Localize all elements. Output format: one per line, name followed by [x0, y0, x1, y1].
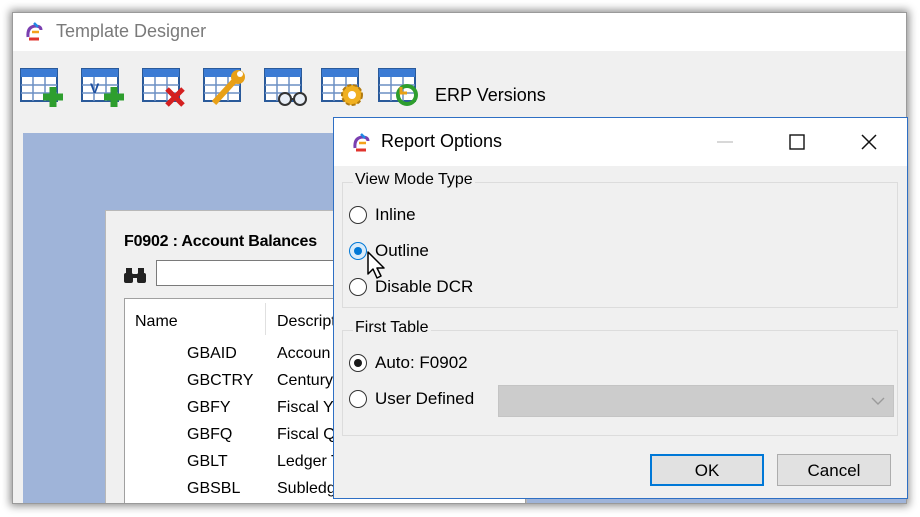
cancel-button[interactable]: Cancel	[777, 454, 891, 486]
radio-user-defined-label[interactable]: User Defined	[375, 389, 474, 409]
minimize-button[interactable]	[689, 118, 761, 166]
maximize-icon	[789, 134, 805, 150]
row-field-description: Fiscal Y	[277, 399, 334, 416]
maximize-button[interactable]	[761, 118, 833, 166]
binoculars-icon[interactable]	[124, 266, 146, 284]
row-field-name: GBLT	[187, 453, 228, 470]
add-table-button[interactable]	[19, 63, 65, 109]
row-field-description: Century	[277, 372, 334, 389]
chevron-down-icon	[871, 397, 885, 405]
ok-button[interactable]: OK	[650, 454, 764, 486]
delete-table-button[interactable]	[141, 63, 187, 109]
radio-auto-label[interactable]: Auto: F0902	[375, 353, 468, 373]
view-table-button[interactable]	[263, 63, 309, 109]
view-mode-label: View Mode Type	[353, 171, 475, 189]
report-options-dialog: Report Options View Mode Type Inline Out…	[333, 117, 908, 499]
table-panel-title: F0902 : Account Balances	[124, 233, 317, 250]
table-glasses-icon	[264, 68, 307, 106]
table-plus-icon	[20, 68, 63, 107]
minimize-icon	[717, 141, 733, 143]
row-field-name: GBCTRY	[187, 372, 254, 389]
row-field-name: GBAID	[187, 345, 237, 362]
row-field-name: GBFQ	[187, 426, 233, 443]
radio-inline-label[interactable]: Inline	[375, 205, 416, 225]
row-field-name: GBSBL	[187, 480, 241, 497]
app-logo-icon	[353, 133, 370, 152]
edit-table-button[interactable]	[202, 63, 248, 109]
radio-inline-button[interactable]	[349, 206, 367, 224]
main-window-title: Template Designer	[56, 21, 207, 41]
first-table-label: First Table	[353, 319, 431, 337]
close-button[interactable]	[833, 118, 905, 166]
view-mode-group: View Mode Type Inline Outline Disable DC…	[342, 171, 898, 308]
dialog-title-bar[interactable]: Report Options	[334, 118, 907, 166]
radio-auto-button[interactable]	[349, 354, 367, 372]
row-field-name: GBFY	[187, 399, 231, 416]
first-table-group: First Table Auto: F0902 User Defined	[342, 319, 898, 436]
radio-outline-button[interactable]	[349, 242, 367, 260]
app-logo-icon	[26, 22, 43, 41]
table-wrench-icon	[203, 68, 245, 106]
dialog-title: Report Options	[381, 131, 503, 151]
table-delete-icon	[142, 68, 185, 107]
settings-table-button[interactable]	[320, 63, 366, 109]
main-title-bar: Template Designer	[13, 13, 906, 51]
table-refresh-icon	[378, 68, 418, 106]
toolbar: V ERP Versions	[13, 51, 906, 115]
radio-disable-dcr-label[interactable]: Disable DCR	[375, 277, 473, 297]
radio-user-defined-button[interactable]	[349, 390, 367, 408]
table-v-plus-icon: V	[81, 68, 124, 107]
row-field-description: Ledger T	[277, 453, 341, 470]
row-field-description: Subledg	[277, 480, 336, 497]
erp-versions-label[interactable]: ERP Versions	[435, 85, 546, 106]
svg-text:V: V	[90, 80, 100, 96]
add-version-button[interactable]: V	[80, 63, 126, 109]
row-field-description: Accoun	[277, 345, 331, 362]
refresh-table-button[interactable]	[377, 63, 423, 109]
table-gear-icon	[321, 68, 363, 106]
row-field-description: Fiscal Q	[277, 426, 336, 443]
column-header-description[interactable]: Descript	[277, 313, 336, 331]
user-defined-dropdown[interactable]	[498, 385, 894, 417]
mouse-cursor-icon	[367, 251, 385, 279]
radio-disable-dcr-button[interactable]	[349, 278, 367, 296]
column-header-name[interactable]: Name	[135, 313, 178, 331]
close-icon	[861, 134, 877, 150]
column-separator[interactable]	[265, 303, 266, 335]
